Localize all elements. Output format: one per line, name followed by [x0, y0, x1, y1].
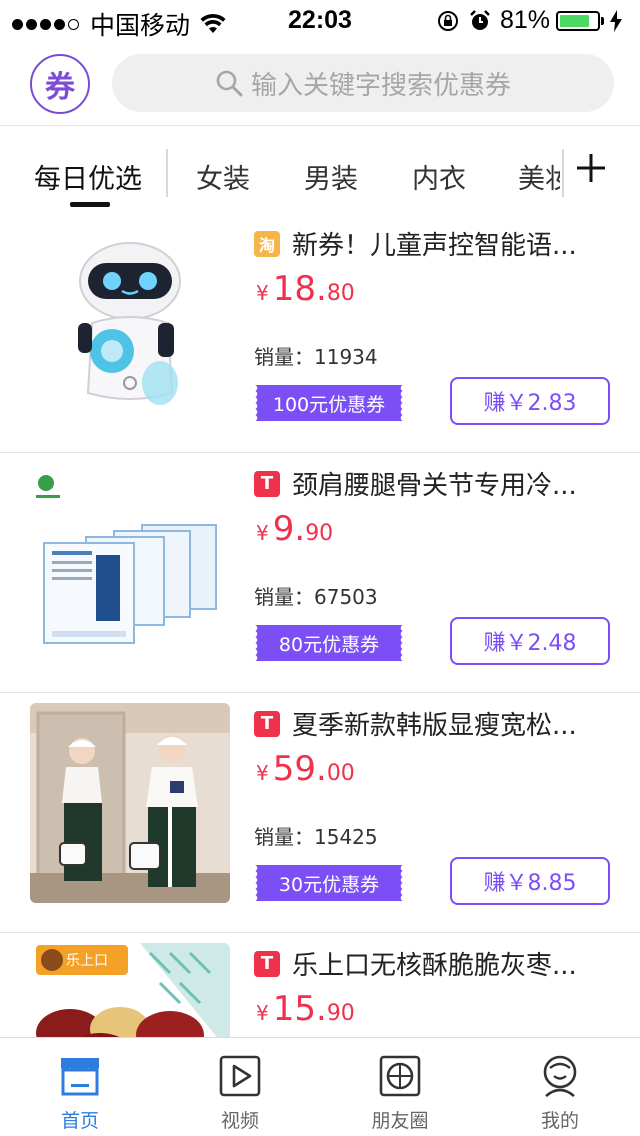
charging-bolt-icon [610, 9, 622, 32]
sales-value: 15425 [314, 825, 378, 849]
nav-video-label: 视频 [220, 1110, 259, 1132]
price-integer: 9. [272, 509, 306, 549]
battery-icon [556, 10, 604, 31]
price-decimal: 90 [326, 1001, 355, 1026]
tab-divider-right [562, 149, 564, 197]
bottom-tab-bar: 首页 视频 朋友圈 我的 [0, 1037, 640, 1136]
product-image-robot[interactable] [30, 223, 230, 423]
sales-label: 销量： [254, 345, 314, 369]
sales-count: 销量：11934 [254, 341, 378, 370]
home-shop-icon [61, 1058, 99, 1096]
tmall-badge: T [254, 710, 280, 737]
profile-face-icon [543, 1055, 577, 1098]
tab-scroll-area[interactable]: 女装 男装 内衣 美妆 [168, 127, 560, 213]
product-title[interactable]: 颈肩腰腿骨关节专用冷... [292, 465, 577, 502]
search-placeholder: 输入关键字搜索优惠券 [250, 70, 511, 101]
brand-logo-text: 乐上口 [66, 953, 108, 969]
tab-mens[interactable]: 男装 [304, 157, 358, 196]
product-item[interactable]: T 颈肩腰腿骨关节专用冷... ¥ 9. 90 销量：67503 80元优惠券 … [0, 453, 640, 693]
price-integer: 18. [272, 269, 327, 309]
add-category-icon[interactable] [574, 151, 608, 185]
price-currency: ¥ [256, 521, 269, 545]
search-icon [216, 70, 243, 97]
battery-percent: 81% [499, 6, 550, 34]
moments-shutter-icon [379, 1055, 421, 1097]
price-integer: 15. [272, 989, 327, 1029]
product-image-dates[interactable]: 乐上口 [30, 943, 230, 1037]
earn-button[interactable]: 赚￥2.48 [450, 617, 610, 665]
taobao-badge: 淘 [254, 230, 280, 257]
coupon-badge[interactable]: 100元优惠券 [254, 385, 404, 421]
product-title-row: T 夏季新款韩版显瘦宽松... [254, 705, 624, 742]
product-item[interactable]: T 夏季新款韩版显瘦宽松... ¥ 59. 00 销量：15425 30元优惠券… [0, 693, 640, 933]
tab-active-indicator [70, 202, 110, 207]
price-decimal: 80 [326, 281, 355, 306]
product-image-plasters[interactable] [30, 463, 230, 663]
sales-label: 销量： [254, 585, 314, 609]
status-right: 81% [436, 6, 630, 35]
video-play-icon [219, 1055, 261, 1097]
status-bar: 中国移动 22:03 81% [0, 0, 640, 40]
alarm-icon [470, 9, 490, 30]
app-header: 券 输入关键字搜索优惠券 [0, 40, 640, 126]
search-bar[interactable]: 输入关键字搜索优惠券 [112, 54, 614, 112]
price-integer: 59. [272, 749, 327, 789]
sales-value: 11934 [314, 345, 378, 369]
rotation-lock-icon [437, 10, 458, 31]
price-decimal: 00 [326, 761, 355, 786]
sales-value: 67503 [314, 585, 378, 609]
tab-womens[interactable]: 女装 [196, 157, 250, 196]
nav-profile-label: 我的 [540, 1110, 579, 1132]
price-decimal: 90 [305, 521, 334, 546]
product-title-row: T 颈肩腰腿骨关节专用冷... [254, 465, 624, 502]
product-price: ¥ 9. 90 [256, 509, 333, 549]
product-title[interactable]: 夏季新款韩版显瘦宽松... [292, 705, 577, 742]
nav-home[interactable]: 首页 [0, 1038, 160, 1136]
tmall-badge: T [254, 950, 280, 977]
tab-beauty[interactable]: 美妆 [518, 157, 560, 196]
price-currency: ¥ [256, 761, 269, 785]
nav-moments-label: 朋友圈 [371, 1110, 429, 1132]
earn-button[interactable]: 赚￥2.83 [450, 377, 610, 425]
product-title[interactable]: 乐上口无核酥脆脆灰枣... [292, 945, 577, 982]
logo-text: 券 [45, 70, 75, 105]
tab-daily-picks[interactable]: 每日优选 [34, 157, 142, 196]
nav-moments[interactable]: 朋友圈 [320, 1038, 480, 1136]
product-item[interactable]: 乐上口 T 乐上口无核酥脆脆灰枣... ¥ 15. 90 [0, 933, 640, 1037]
app-logo[interactable]: 券 [30, 54, 90, 114]
tmall-badge: T [254, 470, 280, 497]
coupon-badge[interactable]: 80元优惠券 [254, 625, 404, 661]
sales-count: 销量：15425 [254, 821, 378, 850]
sales-count: 销量：67503 [254, 581, 378, 610]
sales-label: 销量： [254, 825, 314, 849]
nav-video[interactable]: 视频 [160, 1038, 320, 1136]
earn-button[interactable]: 赚￥8.85 [450, 857, 610, 905]
nav-profile[interactable]: 我的 [480, 1038, 640, 1136]
product-price: ¥ 18. 80 [256, 269, 355, 309]
product-title[interactable]: 新券！儿童声控智能语... [292, 225, 577, 262]
price-currency: ¥ [256, 281, 269, 305]
nav-home-label: 首页 [60, 1110, 99, 1132]
product-price: ¥ 15. 90 [256, 989, 355, 1029]
category-tabs: 每日优选 女装 男装 内衣 美妆 [0, 127, 640, 213]
price-currency: ¥ [256, 1001, 269, 1025]
product-item[interactable]: 淘 新券！儿童声控智能语... ¥ 18. 80 销量：11934 100元优惠… [0, 213, 640, 453]
product-price: ¥ 59. 00 [256, 749, 355, 789]
product-image-outfit[interactable] [30, 703, 230, 903]
coupon-badge[interactable]: 30元优惠券 [254, 865, 404, 901]
tab-underwear[interactable]: 内衣 [412, 157, 466, 196]
product-list[interactable]: 淘 新券！儿童声控智能语... ¥ 18. 80 销量：11934 100元优惠… [0, 213, 640, 1037]
product-title-row: T 乐上口无核酥脆脆灰枣... [254, 945, 624, 982]
app-screen: 中国移动 22:03 81% 券 输入关键字搜索优惠券 每日优选 女装 男装 内… [0, 0, 640, 1136]
product-title-row: 淘 新券！儿童声控智能语... [254, 225, 624, 262]
